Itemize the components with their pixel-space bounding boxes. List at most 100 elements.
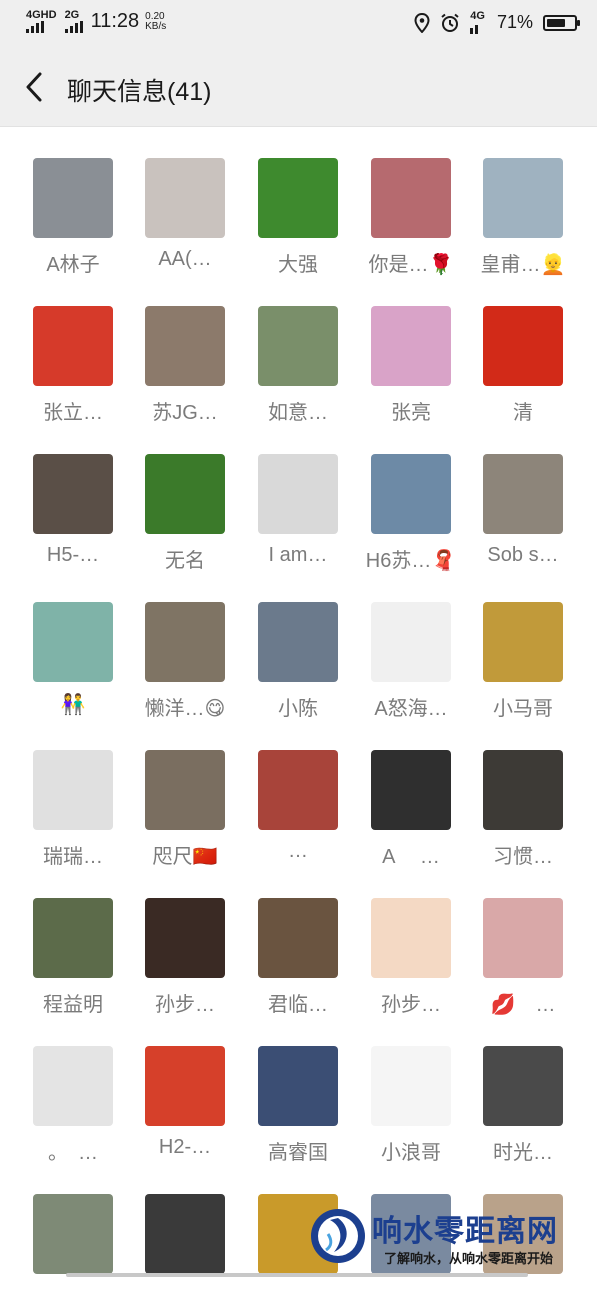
member-item[interactable]: 张亮 — [355, 306, 467, 426]
avatar[interactable] — [258, 158, 338, 238]
member-name: 小马哥 — [493, 698, 553, 720]
watermark: 响水零距离网 了解响水，从响水零距离开始 — [300, 1206, 597, 1280]
member-item[interactable]: 小陈 — [242, 602, 354, 722]
signal-bars-icon — [64, 21, 83, 33]
member-item[interactable]: AA(… — [129, 158, 241, 278]
member-item[interactable]: 大强 — [242, 158, 354, 278]
member-item[interactable]: 程益明 — [17, 898, 129, 1018]
avatar[interactable] — [145, 898, 225, 978]
avatar[interactable] — [371, 306, 451, 386]
network-4g-data-label: 4G — [470, 10, 485, 22]
avatar[interactable] — [145, 1046, 225, 1126]
member-item[interactable] — [17, 1194, 129, 1314]
member-name: … — [288, 840, 308, 862]
member-item[interactable]: 咫尺🇨🇳 — [129, 750, 241, 870]
avatar[interactable] — [258, 306, 338, 386]
header: 聊天信息(41) — [0, 48, 597, 127]
back-arrow-icon[interactable] — [18, 68, 54, 106]
alarm-icon — [441, 13, 459, 32]
site-logo-icon — [311, 1209, 365, 1263]
member-item[interactable]: … — [242, 750, 354, 870]
avatar[interactable] — [258, 750, 338, 830]
member-name: 张亮 — [391, 402, 431, 424]
avatar[interactable] — [33, 602, 113, 682]
member-item[interactable]: 时光… — [467, 1046, 579, 1166]
member-item[interactable]: 孙步… — [129, 898, 241, 1018]
avatar[interactable] — [258, 602, 338, 682]
member-item[interactable]: 如意… — [242, 306, 354, 426]
member-name: 。 … — [48, 1142, 98, 1164]
avatar[interactable] — [483, 602, 563, 682]
avatar[interactable] — [145, 158, 225, 238]
member-item[interactable]: 无名 — [129, 454, 241, 574]
member-name: 小浪哥 — [381, 1142, 441, 1164]
member-item[interactable]: A … — [355, 750, 467, 870]
avatar[interactable] — [483, 1046, 563, 1126]
watermark-title: 响水零距离网 — [372, 1215, 558, 1248]
avatar[interactable] — [258, 454, 338, 534]
member-name: 时光… — [493, 1142, 553, 1164]
avatar[interactable] — [145, 602, 225, 682]
avatar[interactable] — [145, 1194, 225, 1274]
member-item[interactable]: H6苏…🧣 — [355, 454, 467, 574]
avatar[interactable] — [371, 454, 451, 534]
member-name: 💋 … — [490, 994, 556, 1016]
network-2g-label: 2G — [64, 9, 80, 21]
member-name: H5-… — [46, 544, 100, 566]
avatar[interactable] — [33, 1194, 113, 1274]
avatar[interactable] — [33, 306, 113, 386]
member-item[interactable]: 瑞瑞… — [17, 750, 129, 870]
member-item[interactable]: 孙步… — [355, 898, 467, 1018]
member-item[interactable]: 💋 … — [467, 898, 579, 1018]
member-item[interactable]: A怒海… — [355, 602, 467, 722]
member-item[interactable]: 懒洋…😋 — [129, 602, 241, 722]
avatar[interactable] — [371, 1046, 451, 1126]
status-right: 4G 71% — [414, 10, 580, 34]
avatar[interactable] — [483, 158, 563, 238]
member-item[interactable]: 清 — [467, 306, 579, 426]
member-name: 懒洋…😋 — [144, 698, 226, 720]
avatar[interactable] — [371, 602, 451, 682]
location-icon — [414, 12, 430, 33]
member-item[interactable]: 习惯… — [467, 750, 579, 870]
member-item[interactable]: H5-… — [17, 454, 129, 574]
member-item[interactable]: Sob s… — [467, 454, 579, 574]
avatar[interactable] — [483, 898, 563, 978]
avatar[interactable] — [483, 306, 563, 386]
member-item[interactable]: A林子 — [17, 158, 129, 278]
member-item[interactable]: 你是…🌹 — [355, 158, 467, 278]
avatar[interactable] — [145, 306, 225, 386]
avatar[interactable] — [33, 454, 113, 534]
network-2g-indicator: 2G — [64, 9, 83, 33]
avatar[interactable] — [371, 898, 451, 978]
avatar[interactable] — [33, 1046, 113, 1126]
member-name: 孙步… — [381, 994, 441, 1016]
avatar[interactable] — [483, 454, 563, 534]
member-item[interactable]: 👫 — [17, 602, 129, 722]
member-name: 习惯… — [493, 846, 553, 868]
member-item[interactable]: 。 … — [17, 1046, 129, 1166]
scrollbar[interactable] — [66, 1273, 528, 1277]
member-item[interactable]: H2-… — [129, 1046, 241, 1166]
avatar[interactable] — [33, 158, 113, 238]
signal-bars-icon — [26, 21, 44, 33]
avatar[interactable] — [483, 750, 563, 830]
avatar[interactable] — [145, 750, 225, 830]
avatar[interactable] — [33, 750, 113, 830]
member-item[interactable]: 小马哥 — [467, 602, 579, 722]
member-item[interactable]: 张立… — [17, 306, 129, 426]
member-item[interactable]: 高睿国 — [242, 1046, 354, 1166]
member-item[interactable]: 苏JG… — [129, 306, 241, 426]
member-item[interactable]: 小浪哥 — [355, 1046, 467, 1166]
member-name: 无名 — [165, 550, 205, 572]
member-item[interactable] — [129, 1194, 241, 1314]
avatar[interactable] — [371, 158, 451, 238]
member-item[interactable]: I am… — [242, 454, 354, 574]
avatar[interactable] — [371, 750, 451, 830]
member-item[interactable]: 君临… — [242, 898, 354, 1018]
avatar[interactable] — [258, 1046, 338, 1126]
avatar[interactable] — [258, 898, 338, 978]
member-item[interactable]: 皇甫…👱 — [467, 158, 579, 278]
avatar[interactable] — [145, 454, 225, 534]
avatar[interactable] — [33, 898, 113, 978]
